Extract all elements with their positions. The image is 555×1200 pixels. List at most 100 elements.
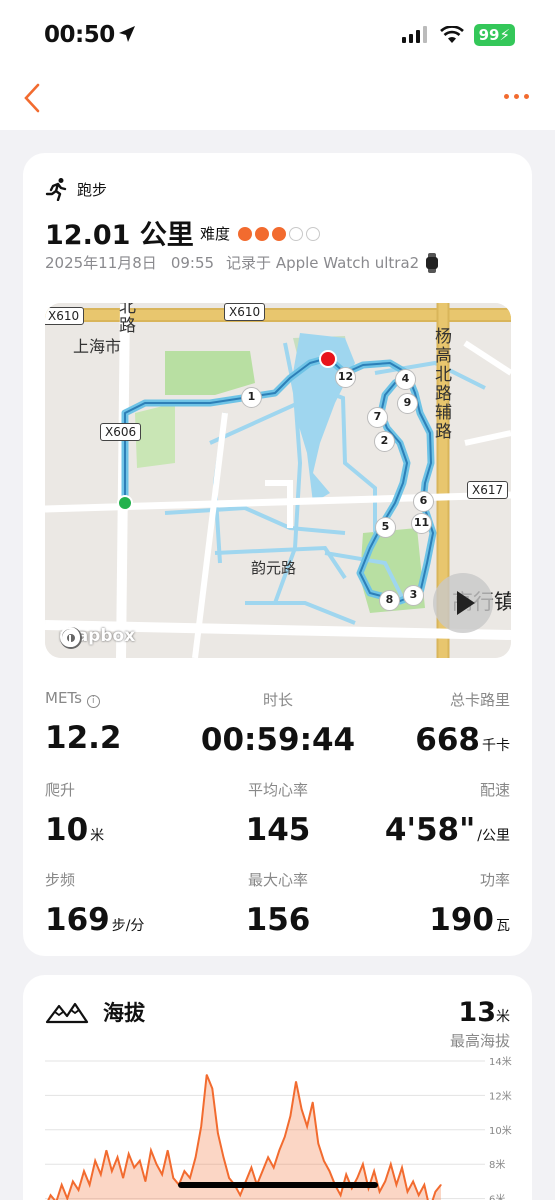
km-marker: 7 [367,407,388,428]
km-marker: 1 [241,387,262,408]
stat-label: 总卡路里 [449,691,510,709]
place-label-shanghai: 上海市 [73,337,122,356]
altitude-point [144,1180,146,1182]
altitude-point [328,1170,331,1172]
altitude-point [105,1149,107,1152]
altitude-point [423,1184,425,1186]
altitude-point [412,1180,414,1182]
stat-label: 时长 [262,691,293,709]
stat-climb: 爬升 10 米 [45,779,104,848]
road-label-bei-road: 北路 [115,303,135,335]
altitude-point [295,1081,297,1083]
running-person-icon [45,178,67,201]
altitude-point [362,1163,364,1165]
battery-indicator: 99⚡ [473,24,515,46]
wifi-icon [439,26,464,43]
difficulty-dot-empty [306,226,321,241]
more-options-icon[interactable] [504,94,529,99]
km-marker: 8 [379,590,400,611]
stat-power: 功率 190 瓦 [429,869,510,938]
chart-y-tick-label: 12米 [489,1089,512,1102]
chart-y-tick-label: 10米 [489,1124,512,1137]
difficulty-label: 难度 [200,225,231,243]
home-indicator [178,1182,378,1188]
top-bar: 00:50 99⚡ [0,0,555,130]
altitude-point [189,1177,191,1179]
altitude-point [395,1184,397,1186]
info-icon[interactable] [59,626,81,648]
stat-value-row: 190 瓦 [429,902,510,938]
activity-type-label: 跑步 [77,180,108,199]
altitude-point [306,1125,308,1127]
altitude-point [100,1173,102,1176]
altitude-point [211,1087,213,1090]
altitude-point [83,1170,85,1172]
altitude-point [406,1191,409,1193]
altitude-point [200,1125,202,1127]
altitude-point [312,1101,314,1103]
activity-type: 跑步 [45,177,107,201]
stat-unit: 瓦 [496,918,510,934]
status-icons: 99⚡ [401,24,515,46]
stat-value: 169 [45,902,110,938]
altitude-point [418,1194,420,1196]
difficulty-dot-filled [272,226,287,241]
altitude-point [379,1191,381,1193]
chart-y-tick-label: 8米 [489,1158,505,1171]
stat-value: 12.2 [45,720,122,756]
altitude-point [172,1177,174,1179]
altitude-point [317,1142,319,1145]
distance-value: 12.01 公里 [45,220,194,251]
chart-y-tick-label: 14米 [489,1055,512,1068]
altitude-point [434,1191,437,1193]
km-marker: 6 [413,491,434,512]
road-label-x606: X606 [100,423,142,441]
activity-card: 跑步 12.01 公里 难度 2025年11月8日 09:55 记录于 Appl… [23,153,532,956]
info-icon[interactable]: i [86,695,100,708]
back-chevron-icon[interactable] [22,82,42,114]
km-marker: 5 [375,517,396,538]
road-label-x610: X610 [45,307,85,325]
altitude-point [401,1167,403,1169]
difficulty-dot-empty [289,226,304,241]
recorded-device: 记录于 Apple Watch ultra2 [226,254,420,272]
altitude-point [356,1177,358,1179]
stat-value: 00:59:44 [200,722,356,758]
stat-unit: 步/分 [111,918,145,934]
altitude-title: 海拔 [103,1001,145,1025]
altitude-point [206,1074,208,1076]
stat-value-row: 668 千卡 [415,722,510,758]
altitude-point [323,1160,325,1162]
altitude-point [228,1177,230,1179]
play-icon [457,591,475,615]
altitude-point [94,1160,96,1162]
altitude-card[interactable]: 海拔 13米 最高海拔 14米 12米 10米 8米 6米 [23,975,532,1200]
road-label-x610-b: X610 [224,303,266,321]
altitude-chart: 14米 12米 10米 8米 6米 [45,1055,512,1200]
altitude-point [133,1167,135,1169]
activity-date: 2025年11月8日 [45,254,157,272]
altitude-max: 13米 最高海拔 [450,997,510,1051]
altitude-point [128,1153,130,1155]
altitude-point [89,1184,91,1186]
stat-value-row: 4'58"/公里 [385,812,510,848]
activity-meta: 2025年11月8日 09:55 记录于 Apple Watch ultra2 [45,252,439,273]
altitude-point [66,1198,68,1200]
play-route-button[interactable] [433,573,493,633]
difficulty-dots [238,226,321,241]
stat-value: 145 [245,812,311,848]
stat-value-row: 10 米 [45,812,104,848]
altitude-header: 海拔 [45,997,145,1027]
mapbox-attribution[interactable]: mapbox [59,626,135,649]
stat-unit: /公里 [477,828,510,844]
altitude-point [300,1108,303,1110]
altitude-point [284,1136,286,1138]
route-map[interactable]: X610 X610 X606 X617 上海市 韵元路 北路 杨高北路辅路 1 … [45,303,511,658]
stat-avg-hr: 平均心率 145 [178,779,378,848]
stat-label: 平均心率 [247,781,308,799]
altitude-point [373,1170,375,1172]
altitude-point [390,1163,392,1165]
stat-label: 爬升 [45,781,76,799]
stat-unit: 千卡 [482,738,510,754]
stat-calories: 总卡路里 668 千卡 [415,689,510,758]
